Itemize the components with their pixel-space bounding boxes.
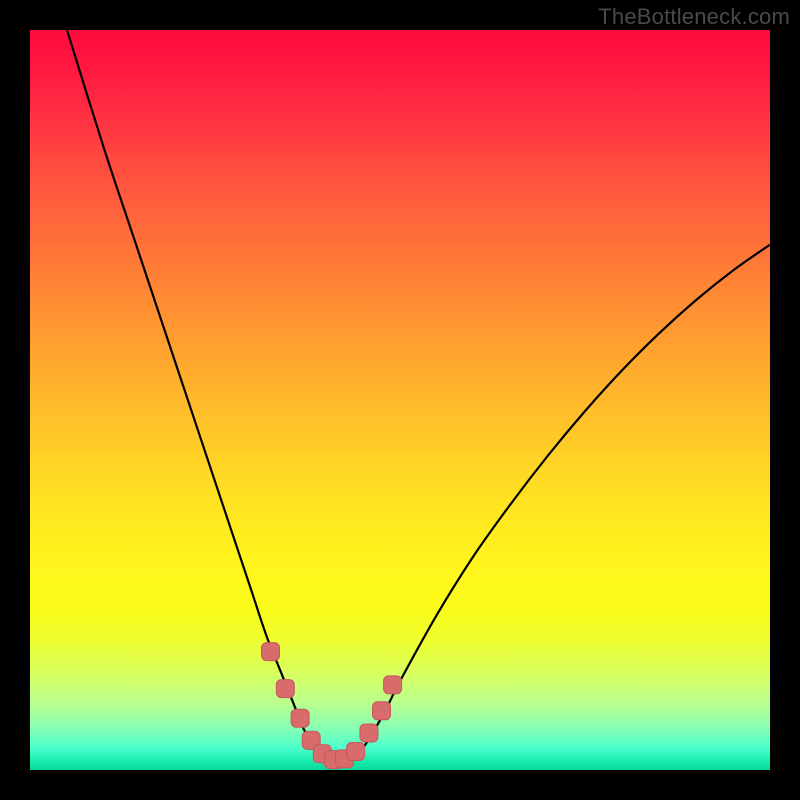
plot-area	[30, 30, 770, 770]
bottleneck-curve	[67, 30, 770, 760]
curve-marker	[262, 643, 280, 661]
curve-marker	[347, 743, 365, 761]
curve-marker	[291, 709, 309, 727]
curve-marker	[373, 702, 391, 720]
curve-layer	[30, 30, 770, 770]
marker-group	[262, 643, 402, 769]
curve-marker	[360, 724, 378, 742]
chart-frame: TheBottleneck.com	[0, 0, 800, 800]
watermark-text: TheBottleneck.com	[598, 4, 790, 30]
curve-marker	[384, 676, 402, 694]
curve-marker	[276, 680, 294, 698]
